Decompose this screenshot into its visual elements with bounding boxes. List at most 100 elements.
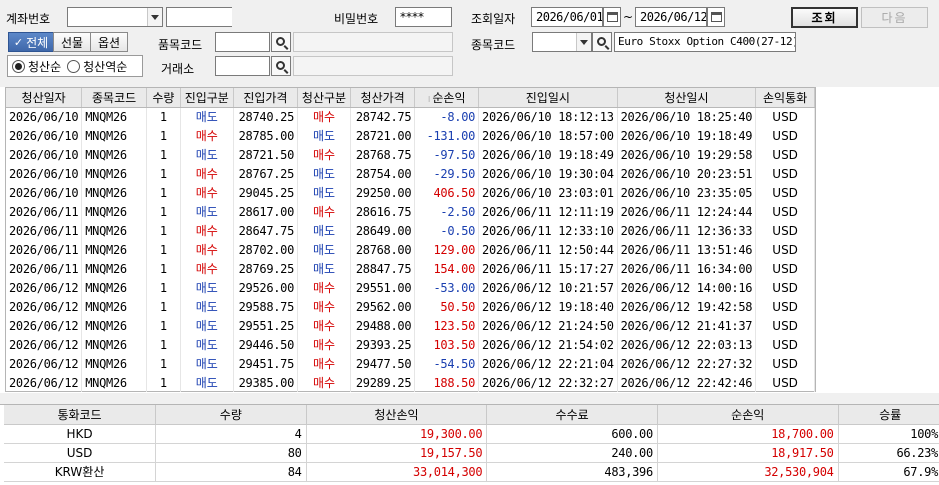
segment-all[interactable]: ✓ 전체 (8, 32, 54, 52)
table-row[interactable]: 2026/06/11 MNQM26 1 매수 28702.00 매도 28768.00 129… (6, 240, 815, 259)
summary-row[interactable]: USD 80 19,157.50 240.00 18,917.50 66.23% (4, 443, 939, 463)
table-cell: 2026/06/10 19:18:49 (617, 126, 757, 145)
summary-row[interactable]: KRW환산 84 33,014,300 483,396 32,530,904 67.9% (4, 462, 939, 482)
column-header[interactable]: ⁝ 순손익 (414, 88, 480, 108)
radio-liquidation-order[interactable]: 청산순 (12, 58, 61, 75)
summary-row[interactable]: HKD 4 19,300.00 600.00 18,700.00 100% (4, 424, 939, 444)
table-cell: 2026/06/11 (6, 259, 83, 278)
column-header-label: 진입가격 (243, 90, 288, 105)
column-header[interactable]: 종목코드 (81, 88, 147, 108)
table-cell: USD (755, 145, 815, 164)
table-row[interactable]: 2026/06/10 MNQM26 1 매도 28740.25 매수 28742.75 -8.… (6, 107, 815, 126)
table-cell: MNQM26 (81, 278, 147, 297)
column-header[interactable]: 청산가격 (350, 88, 416, 108)
table-cell: 매수 (297, 354, 351, 373)
exchange-label: 거래소 (161, 62, 195, 76)
product-code-field[interactable] (215, 32, 270, 52)
table-cell: 29477.50 (350, 354, 416, 373)
table-cell: 매도 (297, 183, 351, 202)
account-label: 계좌번호 (6, 12, 51, 26)
column-header[interactable]: 손익통화 (755, 88, 815, 108)
table-cell: 매수 (297, 373, 351, 392)
chevron-down-icon[interactable] (576, 33, 591, 51)
table-cell: 28768.75 (350, 145, 416, 164)
product-type-segment[interactable]: ✓ 전체 선물 옵션 (8, 32, 128, 52)
table-cell: 매도 (180, 202, 234, 221)
segment-futures[interactable]: 선물 (53, 32, 91, 52)
table-row[interactable]: 2026/06/10 MNQM26 1 매도 28721.50 매수 28768.75 -97… (6, 145, 815, 164)
segment-options[interactable]: 옵션 (90, 32, 128, 52)
trade-grid[interactable]: 청산일자 종목코드 수량 진입구분 진입가격 청산구분 청산가격 ⁝ 순손익 진입일시 청산일시 손익… (5, 87, 816, 392)
password-value: **** (400, 10, 424, 24)
table-cell: 2026/06/12 (6, 316, 83, 335)
column-header[interactable]: 청산구분 (297, 88, 351, 108)
table-cell: 1 (146, 297, 181, 316)
table-row[interactable]: 2026/06/12 MNQM26 1 매도 29385.00 매수 29289.25 188… (6, 373, 815, 392)
table-cell: 28649.00 (350, 221, 416, 240)
table-cell: 2026/06/11 12:11:19 (478, 202, 618, 221)
table-cell: 28617.00 (233, 202, 299, 221)
table-row[interactable]: 2026/06/10 MNQM26 1 매수 29045.25 매도 29250.00 406… (6, 183, 815, 202)
table-cell: 2026/06/10 (6, 164, 83, 183)
table-row[interactable]: 2026/06/12 MNQM26 1 매도 29588.75 매수 29562.00 50.… (6, 297, 815, 316)
table-cell: 매도 (180, 107, 234, 126)
table-cell: 매수 (297, 202, 351, 221)
table-cell: MNQM26 (81, 259, 147, 278)
table-row[interactable]: 2026/06/12 MNQM26 1 매도 29551.25 매수 29488.00 123… (6, 316, 815, 335)
table-row[interactable]: 2026/06/12 MNQM26 1 매도 29446.50 매수 29393.25 103… (6, 335, 815, 354)
table-cell: 2026/06/10 (6, 145, 83, 164)
item-search-button[interactable] (592, 32, 612, 52)
column-header-label: 순손익 (432, 90, 466, 105)
table-cell: 2026/06/12 (6, 354, 83, 373)
column-header[interactable]: 청산일시 (617, 88, 757, 108)
table-cell: 1 (146, 278, 181, 297)
table-row[interactable]: 2026/06/11 MNQM26 1 매도 28617.00 매수 28616.75 -2.… (6, 202, 815, 221)
table-cell: USD (755, 278, 815, 297)
summary-column-header: 순손익 (657, 405, 839, 425)
summary-cell: 33,014,300 (306, 462, 488, 482)
calendar-from-button[interactable] (603, 7, 621, 27)
table-row[interactable]: 2026/06/10 MNQM26 1 매수 28785.00 매도 28721.00 -13… (6, 126, 815, 145)
table-cell: 1 (146, 373, 181, 392)
summary-cell: HKD (4, 424, 157, 444)
table-cell: 2026/06/12 (6, 373, 83, 392)
table-cell: 28754.00 (350, 164, 416, 183)
table-cell: USD (755, 335, 815, 354)
table-cell: MNQM26 (81, 183, 147, 202)
exchange-search-button[interactable] (271, 56, 291, 76)
date-from-field[interactable]: 2026/06/01 (531, 7, 603, 27)
table-cell: 28742.75 (350, 107, 416, 126)
column-header[interactable]: 청산일자 (6, 88, 83, 108)
calendar-to-button[interactable] (707, 7, 725, 27)
account-combo[interactable] (67, 7, 163, 27)
table-row[interactable]: 2026/06/12 MNQM26 1 매도 29451.75 매수 29477.50 -54… (6, 354, 815, 373)
table-row[interactable]: 2026/06/11 MNQM26 1 매수 28769.25 매도 28847.75 154… (6, 259, 815, 278)
chevron-down-icon[interactable] (147, 8, 162, 26)
table-cell: 2026/06/10 19:29:58 (617, 145, 757, 164)
table-cell: 매도 (180, 354, 234, 373)
table-cell: 2026/06/12 22:42:46 (617, 373, 757, 392)
product-search-button[interactable] (271, 32, 291, 52)
summary-cell: 80 (155, 443, 307, 463)
radio-liquidation-reverse[interactable]: 청산역순 (67, 58, 127, 75)
date-to-field[interactable]: 2026/06/12 (635, 7, 707, 27)
table-cell: 2026/06/12 21:41:37 (617, 316, 757, 335)
table-cell: 29393.25 (350, 335, 416, 354)
table-row[interactable]: 2026/06/11 MNQM26 1 매수 28647.75 매도 28649.00 -0.… (6, 221, 815, 240)
next-button[interactable]: 다음 (861, 7, 928, 28)
table-cell: 1 (146, 107, 181, 126)
column-header[interactable]: 진입일시 (478, 88, 618, 108)
table-cell: 2026/06/11 12:24:44 (617, 202, 757, 221)
table-row[interactable]: 2026/06/10 MNQM26 1 매수 28767.25 매도 28754.00 -29… (6, 164, 815, 183)
table-cell: 29526.00 (233, 278, 299, 297)
column-header-label: 청산일시 (664, 90, 709, 105)
item-code-combo[interactable] (532, 32, 592, 52)
summary-cell: 19,300.00 (306, 424, 488, 444)
column-header[interactable]: 진입가격 (233, 88, 299, 108)
table-row[interactable]: 2026/06/12 MNQM26 1 매도 29526.00 매수 29551.00 -53… (6, 278, 815, 297)
column-header[interactable]: 수량 (146, 88, 181, 108)
column-header[interactable]: 진입구분 (180, 88, 234, 108)
password-field[interactable]: **** (395, 7, 452, 27)
search-button[interactable]: 조회 (791, 7, 858, 28)
exchange-field[interactable] (215, 56, 270, 76)
